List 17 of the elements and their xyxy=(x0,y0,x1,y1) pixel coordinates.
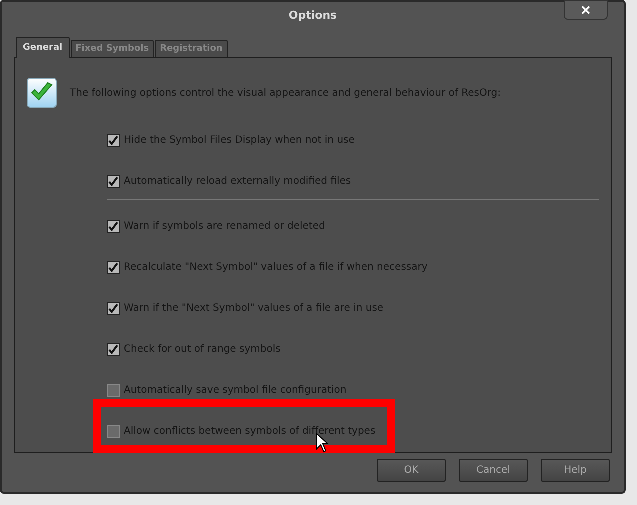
dialog-button[interactable]: Cancel xyxy=(459,459,528,482)
option-label: Warn if symbols are renamed or deleted xyxy=(124,221,326,232)
dialog-button[interactable]: OK xyxy=(377,459,446,482)
close-button[interactable]: ✕ xyxy=(564,0,608,20)
tab[interactable]: Fixed Symbols xyxy=(70,40,154,57)
tab[interactable]: Registration xyxy=(155,40,228,57)
option-label: Check for out of range symbols xyxy=(124,344,281,355)
window-title: Options xyxy=(288,8,338,22)
option-label: Automatically save symbol file configuration xyxy=(124,385,347,396)
option-label: Hide the Symbol Files Display when not in use xyxy=(124,135,355,146)
option-label: Recalculate "Next Symbol" values of a file if when necessary xyxy=(124,262,428,273)
option-label: Allow conflicts between symbols of different types xyxy=(124,426,376,437)
tab[interactable]: General xyxy=(16,37,70,58)
option-label: Automatically reload externally modified files xyxy=(124,176,352,187)
option-label: Warn if the "Next Symbol" values of a file are in use xyxy=(124,303,384,314)
intro-text: The following options control the visual appearance and general behaviour of ResOrg: xyxy=(70,88,501,98)
dialog-button[interactable]: Help xyxy=(541,459,610,482)
